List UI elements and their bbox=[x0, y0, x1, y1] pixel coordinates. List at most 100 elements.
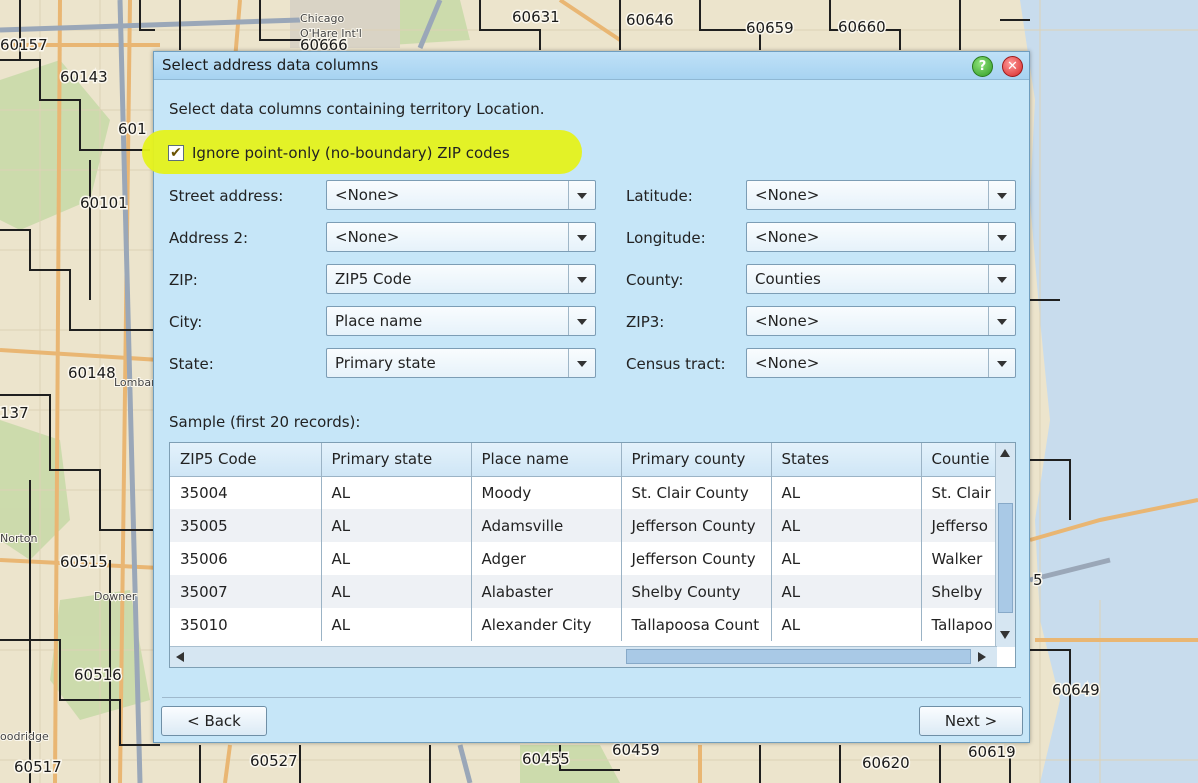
zip-select[interactable]: ZIP5 Code bbox=[326, 264, 596, 294]
scroll-down-icon[interactable] bbox=[1000, 631, 1010, 639]
chevron-down-icon[interactable] bbox=[988, 349, 1015, 377]
zip3-label: ZIP3: bbox=[626, 313, 665, 331]
street-label: oodridge bbox=[0, 730, 49, 743]
chevron-down-icon[interactable] bbox=[568, 181, 595, 209]
sample-table: ZIP5 Code Primary state Place name Prima… bbox=[170, 443, 998, 641]
census-tract-value: <None> bbox=[755, 354, 820, 372]
table-cell: 35004 bbox=[170, 476, 322, 509]
table-row[interactable]: 35004 AL Moody St. Clair County AL St. C… bbox=[170, 476, 998, 509]
table-cell: Jefferso bbox=[921, 509, 998, 542]
table-cell: Tallapoosa Count bbox=[621, 608, 772, 641]
table-cell: St. Clair bbox=[921, 476, 998, 509]
table-cell: Shelby bbox=[921, 575, 998, 608]
dialog-title: Select address data columns bbox=[162, 56, 379, 74]
column-header[interactable]: Countie bbox=[921, 443, 998, 477]
street-address-select[interactable]: <None> bbox=[326, 180, 596, 210]
table-header-row: ZIP5 Code Primary state Place name Prima… bbox=[170, 443, 998, 477]
dialog-titlebar[interactable]: Select address data columns ? ✕ bbox=[154, 52, 1029, 80]
scroll-left-icon[interactable] bbox=[176, 652, 184, 662]
column-header[interactable]: ZIP5 Code bbox=[170, 443, 322, 477]
zip-label: 601 bbox=[118, 120, 147, 138]
street-label: Downer bbox=[94, 590, 137, 603]
vertical-scroll-thumb[interactable] bbox=[998, 503, 1013, 613]
horizontal-scroll-thumb[interactable] bbox=[626, 649, 971, 664]
back-button[interactable]: < Back bbox=[161, 706, 267, 736]
horizontal-scrollbar[interactable] bbox=[170, 646, 997, 667]
vertical-scrollbar[interactable] bbox=[995, 443, 1015, 647]
scroll-right-icon[interactable] bbox=[978, 652, 986, 662]
zip3-select[interactable]: <None> bbox=[746, 306, 1016, 336]
table-row[interactable]: 35006 AL Adger Jefferson County AL Walke… bbox=[170, 542, 998, 575]
select-address-columns-dialog: Select address data columns ? ✕ Select d… bbox=[142, 51, 1030, 743]
table-cell: AL bbox=[321, 542, 472, 575]
table-cell: Walker bbox=[921, 542, 998, 575]
zip-label: 60516 bbox=[74, 666, 122, 684]
zip-label: 60157 bbox=[0, 36, 48, 54]
column-header[interactable]: States bbox=[771, 443, 922, 477]
street-label: Norton bbox=[0, 532, 38, 545]
chevron-down-icon[interactable] bbox=[988, 307, 1015, 335]
city-value: Place name bbox=[335, 312, 423, 330]
latitude-label: Latitude: bbox=[626, 187, 693, 205]
county-select[interactable]: Counties bbox=[746, 264, 1016, 294]
column-header[interactable]: Primary county bbox=[621, 443, 772, 477]
close-icon[interactable]: ✕ bbox=[1002, 56, 1023, 77]
table-cell: AL bbox=[771, 575, 922, 608]
chevron-down-icon[interactable] bbox=[568, 265, 595, 293]
longitude-value: <None> bbox=[755, 228, 820, 246]
table-cell: AL bbox=[321, 575, 472, 608]
table-row[interactable]: 35007 AL Alabaster Shelby County AL Shel… bbox=[170, 575, 998, 608]
chevron-down-icon[interactable] bbox=[988, 223, 1015, 251]
table-cell: Jefferson County bbox=[621, 542, 772, 575]
ignore-point-only-zips-checkbox[interactable]: ✔ bbox=[168, 145, 184, 161]
chevron-down-icon[interactable] bbox=[988, 181, 1015, 209]
street-address-label: Street address: bbox=[169, 187, 284, 205]
chevron-down-icon[interactable] bbox=[988, 265, 1015, 293]
zip-label: 60455 bbox=[522, 750, 570, 768]
table-cell: AL bbox=[321, 476, 472, 509]
longitude-select[interactable]: <None> bbox=[746, 222, 1016, 252]
chevron-down-icon[interactable] bbox=[568, 349, 595, 377]
table-row[interactable]: 35005 AL Adamsville Jefferson County AL … bbox=[170, 509, 998, 542]
table-cell: Alabaster bbox=[471, 575, 622, 608]
table-cell: Tallapoo bbox=[921, 608, 998, 641]
table-cell: 35005 bbox=[170, 509, 322, 542]
help-icon[interactable]: ? bbox=[972, 56, 993, 77]
next-button[interactable]: Next > bbox=[919, 706, 1023, 736]
zip3-value: <None> bbox=[755, 312, 820, 330]
table-cell: Jefferson County bbox=[621, 509, 772, 542]
chevron-down-icon[interactable] bbox=[568, 307, 595, 335]
zip-value: ZIP5 Code bbox=[335, 270, 412, 288]
address-2-select[interactable]: <None> bbox=[326, 222, 596, 252]
state-select[interactable]: Primary state bbox=[326, 348, 596, 378]
table-cell: AL bbox=[771, 608, 922, 641]
table-cell: AL bbox=[321, 509, 472, 542]
chevron-down-icon[interactable] bbox=[568, 223, 595, 251]
footer-divider bbox=[162, 697, 1021, 698]
ignore-point-only-zips-label[interactable]: Ignore point-only (no-boundary) ZIP code… bbox=[192, 144, 510, 162]
street-label: O'Hare Int'l bbox=[300, 27, 362, 40]
zip-label: 60631 bbox=[512, 8, 560, 26]
zip-label: 60619 bbox=[968, 743, 1016, 761]
zip-label: 60143 bbox=[60, 68, 108, 86]
county-value: Counties bbox=[755, 270, 821, 288]
longitude-label: Longitude: bbox=[626, 229, 706, 247]
zip-label: 60646 bbox=[626, 11, 674, 29]
zip-label: 60660 bbox=[838, 18, 886, 36]
latitude-select[interactable]: <None> bbox=[746, 180, 1016, 210]
column-header[interactable]: Primary state bbox=[321, 443, 472, 477]
sample-label: Sample (first 20 records): bbox=[169, 413, 361, 431]
census-tract-select[interactable]: <None> bbox=[746, 348, 1016, 378]
table-cell: AL bbox=[771, 476, 922, 509]
street-label: Chicago bbox=[300, 12, 344, 25]
column-header[interactable]: Place name bbox=[471, 443, 622, 477]
table-cell: 35007 bbox=[170, 575, 322, 608]
zip-label: 60659 bbox=[746, 19, 794, 37]
table-row[interactable]: 35010 AL Alexander City Tallapoosa Count… bbox=[170, 608, 998, 641]
zip-label: 60515 bbox=[60, 553, 108, 571]
city-select[interactable]: Place name bbox=[326, 306, 596, 336]
table-cell: Shelby County bbox=[621, 575, 772, 608]
scroll-up-icon[interactable] bbox=[1000, 449, 1010, 457]
sample-table-container: ZIP5 Code Primary state Place name Prima… bbox=[169, 442, 1016, 668]
latitude-value: <None> bbox=[755, 186, 820, 204]
